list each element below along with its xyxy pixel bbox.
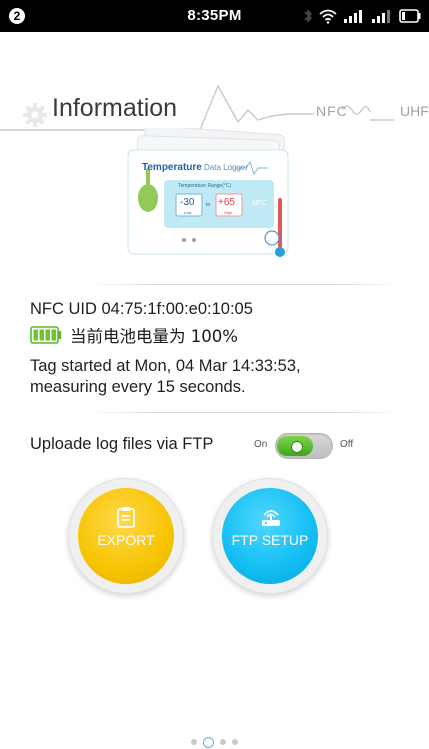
battery-row: 当前电池电量为 100%: [30, 324, 238, 346]
bluetooth-icon: [304, 9, 312, 23]
page-dot[interactable]: [191, 739, 197, 745]
nfc-uid: NFC UID 04:75:1f:00:e0:10:05: [30, 300, 253, 318]
export-button[interactable]: EXPORT: [78, 488, 174, 584]
ftp-setup-button-ring: FTP SETUP: [212, 478, 328, 594]
wifi-icon: [319, 9, 337, 24]
data-logger-image: Temperature Data Logger Temperature Rang…: [118, 125, 308, 263]
uhf-label: UHF: [400, 103, 429, 119]
device-range-label: Temperature Range(°C): [178, 183, 232, 189]
ftp-upload-toggle[interactable]: [275, 433, 333, 459]
device-to-label: to: [206, 202, 211, 208]
ftp-setup-button[interactable]: FTP SETUP: [222, 488, 318, 584]
signal-icon-secondary: [372, 10, 390, 23]
device-high-label: High: [224, 210, 233, 215]
toggle-off-label: Off: [340, 439, 354, 450]
status-bar: 2 8:35PM: [0, 0, 429, 32]
tag-start-line1: Tag started at Mon, 04 Mar 14:33:53,: [30, 357, 301, 375]
battery-level-text: 当前电池电量为 100%: [70, 327, 238, 346]
page-dot[interactable]: [220, 739, 226, 745]
device-product: Data Logger: [204, 163, 249, 172]
export-button-label: EXPORT: [97, 532, 155, 548]
signal-icon: [344, 10, 362, 23]
page-indicator: [0, 736, 429, 748]
toggle-knob[interactable]: [291, 441, 303, 453]
battery-icon: [30, 326, 61, 344]
ftp-setup-button-label: FTP SETUP: [231, 532, 309, 548]
toggle-on-label: On: [254, 439, 268, 450]
divider: [90, 284, 400, 285]
device-low-label: Low: [184, 210, 192, 215]
divider: [90, 412, 400, 413]
battery-status-icon: [399, 9, 421, 23]
router-icon: [262, 510, 280, 526]
page-dot[interactable]: [232, 739, 238, 745]
status-icons: [303, 6, 421, 26]
page-dot-active[interactable]: [203, 736, 214, 748]
export-button-ring: EXPORT: [68, 478, 184, 594]
clipboard-icon: [117, 507, 135, 528]
device-high-value: +65: [218, 197, 235, 208]
tag-start-line2: measuring every 15 seconds.: [30, 378, 246, 396]
nfc-label: NFC: [316, 103, 348, 119]
device-nfc-label: NFC: [252, 200, 267, 207]
ftp-upload-label: Uploade log files via FTP: [30, 435, 214, 453]
ftp-upload-row: Uploade log files via FTP On Off: [30, 433, 400, 459]
device-low-value: -30: [180, 197, 195, 208]
device-brand: Temperature: [142, 162, 202, 173]
